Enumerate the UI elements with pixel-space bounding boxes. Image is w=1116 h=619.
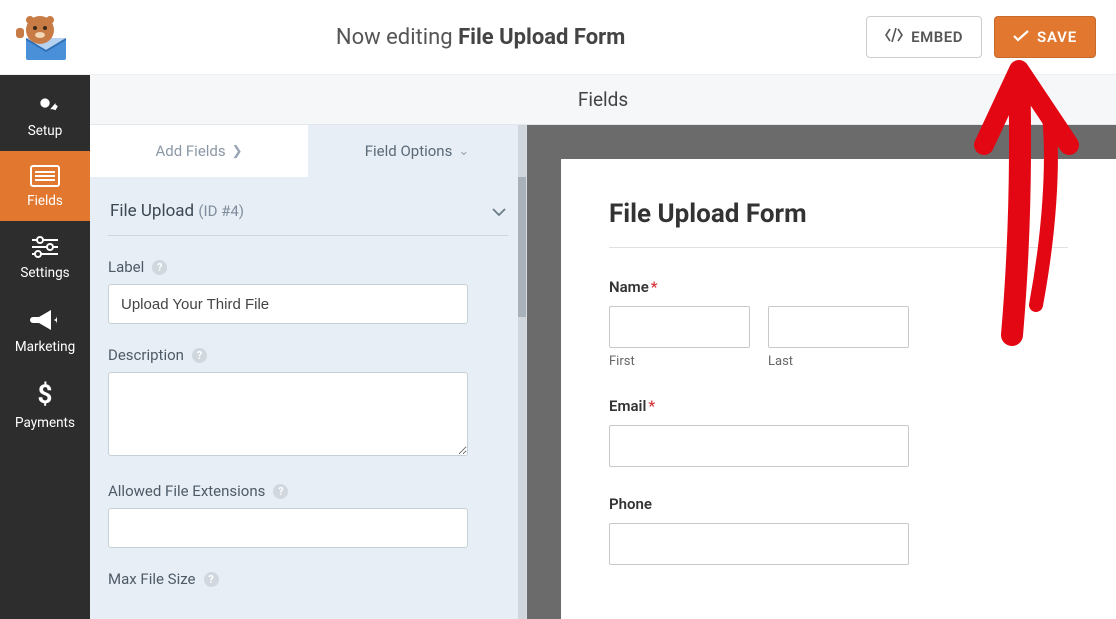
chevron-down-icon: ⌄: [458, 144, 469, 159]
field-id: (ID #4): [198, 202, 244, 220]
app-logo: [10, 10, 95, 65]
field-label: Name*: [609, 278, 1068, 296]
help-icon[interactable]: ?: [192, 348, 207, 363]
tab-label: Add Fields: [155, 142, 225, 160]
dollar-icon: $: [4, 381, 86, 409]
gear-icon: [4, 89, 86, 117]
svg-text:$: $: [38, 381, 53, 409]
sidebar-item-marketing[interactable]: Marketing: [0, 293, 90, 367]
tab-add-fields[interactable]: Add Fields ❯: [90, 125, 308, 177]
editing-prefix: Now editing: [336, 25, 453, 50]
editing-form-name: File Upload Form: [458, 25, 625, 50]
sidebar-item-label: Marketing: [4, 339, 86, 355]
workspace: Fields Add Fields ❯ Field Options ⌄: [90, 75, 1116, 619]
sidebar-item-label: Setup: [4, 123, 86, 139]
preview-field-email[interactable]: Email*: [609, 397, 1068, 467]
embed-label: EMBED: [911, 28, 963, 46]
field-header[interactable]: File Upload (ID #4): [108, 177, 508, 236]
field-label: Email*: [609, 397, 1068, 415]
code-icon: [885, 28, 903, 46]
panel-scrollbar[interactable]: [518, 125, 526, 619]
save-label: SAVE: [1037, 28, 1077, 46]
help-icon[interactable]: ?: [204, 572, 219, 587]
description-label: Description ?: [108, 346, 508, 364]
scrollbar-thumb[interactable]: [518, 177, 526, 317]
divider: [609, 247, 1068, 248]
field-options-panel: Add Fields ❯ Field Options ⌄ File Upload…: [90, 125, 527, 619]
form-preview: File Upload Form Name* First: [561, 159, 1116, 619]
sidebar-item-label: Payments: [4, 415, 86, 431]
form-title: File Upload Form: [609, 199, 1068, 229]
panel-tabs: Add Fields ❯ Field Options ⌄: [90, 125, 526, 177]
list-icon: [4, 165, 86, 187]
form-preview-wrap: File Upload Form Name* First: [527, 125, 1116, 619]
help-icon[interactable]: ?: [273, 484, 288, 499]
email-input[interactable]: [609, 425, 909, 467]
sidebar-item-settings[interactable]: Settings: [0, 221, 90, 293]
sidebar-item-label: Settings: [4, 265, 86, 281]
required-marker: *: [648, 397, 655, 415]
last-sublabel: Last: [768, 354, 909, 369]
tab-field-options[interactable]: Field Options ⌄: [308, 125, 526, 177]
sidebar-item-payments[interactable]: $ Payments: [0, 367, 90, 443]
save-button[interactable]: SAVE: [994, 16, 1096, 58]
allowed-ext-label: Allowed File Extensions ?: [108, 482, 508, 500]
description-input[interactable]: [108, 372, 468, 456]
allowed-ext-input[interactable]: [108, 508, 468, 548]
check-icon: [1013, 28, 1029, 46]
last-name-input[interactable]: [768, 306, 909, 348]
embed-button[interactable]: EMBED: [866, 16, 982, 58]
help-icon[interactable]: ?: [152, 260, 167, 275]
header-actions: EMBED SAVE: [866, 16, 1096, 58]
field-name: File Upload (ID #4): [110, 201, 244, 221]
first-sublabel: First: [609, 354, 750, 369]
label-label: Label ?: [108, 258, 508, 276]
required-marker: *: [651, 278, 658, 296]
sidebar-item-label: Fields: [4, 193, 86, 209]
max-size-label: Max File Size ?: [108, 570, 508, 588]
editing-title: Now editing File Upload Form: [95, 25, 866, 50]
megaphone-icon: [4, 307, 86, 333]
preview-field-phone[interactable]: Phone: [609, 495, 1068, 565]
preview-field-name[interactable]: Name* First Last: [609, 278, 1068, 369]
chevron-right-icon: ❯: [232, 144, 243, 159]
label-input[interactable]: [108, 284, 468, 324]
sidebar-item-fields[interactable]: Fields: [0, 151, 90, 221]
sidebar-item-setup[interactable]: Setup: [0, 75, 90, 151]
tab-label: Field Options: [365, 142, 453, 160]
sliders-icon: [4, 235, 86, 259]
section-title: Fields: [90, 75, 1116, 125]
top-bar: Now editing File Upload Form EMBED SAVE: [0, 0, 1116, 75]
chevron-down-icon: [492, 202, 506, 221]
sidebar: Setup Fields Settings Marketing $ Paymen…: [0, 75, 90, 619]
first-name-input[interactable]: [609, 306, 750, 348]
field-label: Phone: [609, 495, 1068, 513]
phone-input[interactable]: [609, 523, 909, 565]
